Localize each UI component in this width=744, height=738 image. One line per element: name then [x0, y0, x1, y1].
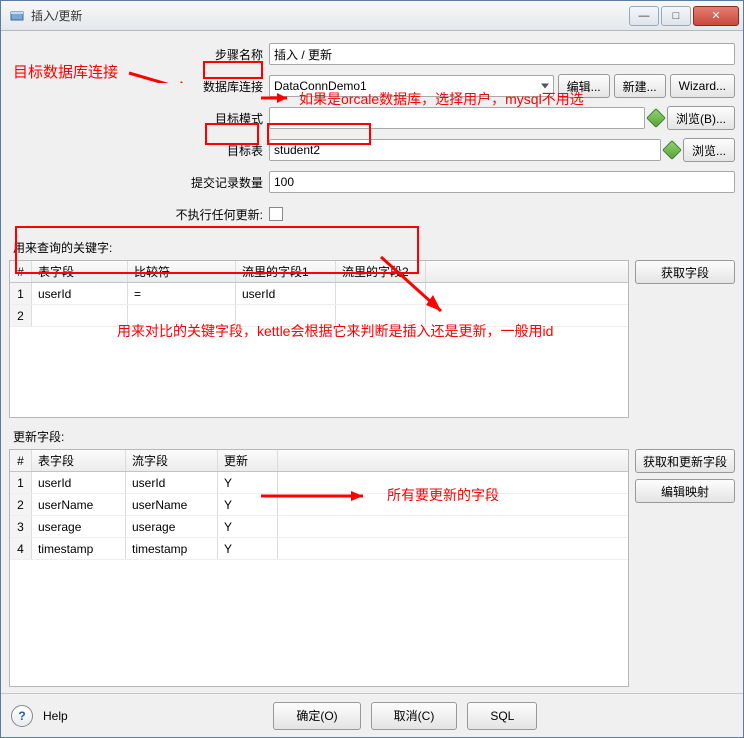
keys-table-area: # 表字段 比较符 流里的字段1 流里的字段2 1userId=userId2 …: [9, 260, 735, 418]
cell-stream-field[interactable]: userId: [126, 472, 218, 493]
edit-button[interactable]: 编辑...: [558, 74, 610, 98]
close-button[interactable]: ✕: [693, 6, 739, 26]
ok-button[interactable]: 确定(O): [273, 702, 360, 730]
label-db-conn: 数据库连接: [9, 78, 269, 95]
table-row[interactable]: 3userageuserageY: [10, 516, 628, 538]
cell-table-field[interactable]: userage: [32, 516, 126, 537]
window-buttons: — □ ✕: [629, 6, 739, 26]
col-num: #: [10, 450, 32, 471]
edit-mapping-button[interactable]: 编辑映射: [635, 479, 735, 503]
label-target-table: 目标表: [9, 142, 269, 159]
keys-side-buttons: 获取字段: [635, 260, 735, 284]
row-target-schema: 目标模式 浏览(B)...: [9, 105, 735, 131]
cell-table-field[interactable]: userId: [32, 472, 126, 493]
update-grid[interactable]: # 表字段 流字段 更新 1userIduserIdY2userNameuser…: [9, 449, 629, 687]
row-number: 1: [10, 472, 32, 493]
row-number: 1: [10, 283, 32, 304]
cell-stream-field[interactable]: timestamp: [126, 538, 218, 559]
db-conn-dropdown[interactable]: DataConnDemo1: [269, 75, 554, 97]
window-title: 插入/更新: [31, 7, 629, 24]
table-row[interactable]: 2: [10, 305, 628, 327]
col-update[interactable]: 更新: [218, 450, 278, 471]
cell-stream1[interactable]: userId: [236, 283, 336, 304]
wizard-button[interactable]: Wizard...: [670, 74, 735, 98]
keys-section-label: 用来查询的关键字:: [13, 239, 735, 256]
table-row[interactable]: 4timestamptimestampY: [10, 538, 628, 560]
db-conn-value: DataConnDemo1: [274, 79, 367, 93]
sql-button[interactable]: SQL: [467, 702, 537, 730]
content-area: 步骤名称 数据库连接 DataConnDemo1 编辑... 新建... Wiz…: [1, 31, 743, 693]
row-number: 4: [10, 538, 32, 559]
cell-stream2[interactable]: [336, 305, 426, 326]
diamond-icon: [662, 140, 682, 160]
commit-size-input[interactable]: [269, 171, 735, 193]
row-commit-size: 提交记录数量: [9, 169, 735, 195]
get-fields-button[interactable]: 获取字段: [635, 260, 735, 284]
browse-button[interactable]: 浏览...: [683, 138, 735, 162]
table-row[interactable]: 1userId=userId: [10, 283, 628, 305]
cell-table-field[interactable]: timestamp: [32, 538, 126, 559]
cancel-button[interactable]: 取消(C): [371, 702, 458, 730]
dialog-window: 插入/更新 — □ ✕ 步骤名称 数据库连接 DataConnDemo1 编辑.…: [0, 0, 744, 738]
browse-b-button[interactable]: 浏览(B)...: [667, 106, 735, 130]
table-row[interactable]: 1userIduserIdY: [10, 472, 628, 494]
col-num: #: [10, 261, 32, 282]
cell-stream-field[interactable]: userage: [126, 516, 218, 537]
cell-comparator[interactable]: =: [128, 283, 236, 304]
row-number: 2: [10, 494, 32, 515]
no-update-checkbox[interactable]: [269, 207, 283, 221]
app-icon: [9, 8, 25, 24]
cell-table-field[interactable]: [32, 305, 128, 326]
cell-update[interactable]: Y: [218, 494, 278, 515]
bottom-bar: ? Help 确定(O) 取消(C) SQL: [1, 693, 743, 737]
target-table-input[interactable]: [269, 139, 661, 161]
col-table-field[interactable]: 表字段: [32, 450, 126, 471]
get-update-fields-button[interactable]: 获取和更新字段: [635, 449, 735, 473]
label-step-name: 步骤名称: [9, 46, 269, 63]
update-table-area: # 表字段 流字段 更新 1userIduserIdY2userNameuser…: [9, 449, 735, 687]
table-row[interactable]: 2userNameuserNameY: [10, 494, 628, 516]
row-no-update: 不执行任何更新:: [9, 201, 735, 227]
col-stream1[interactable]: 流里的字段1: [236, 261, 336, 282]
help-icon[interactable]: ?: [11, 705, 33, 727]
cell-comparator[interactable]: [128, 305, 236, 326]
label-commit-size: 提交记录数量: [9, 174, 269, 191]
cell-stream1[interactable]: [236, 305, 336, 326]
update-grid-header: # 表字段 流字段 更新: [10, 450, 628, 472]
chevron-down-icon: [541, 84, 549, 89]
row-db-conn: 数据库连接 DataConnDemo1 编辑... 新建... Wizard..…: [9, 73, 735, 99]
cell-update[interactable]: Y: [218, 538, 278, 559]
diamond-icon: [646, 108, 666, 128]
label-no-update: 不执行任何更新:: [9, 206, 269, 223]
row-target-table: 目标表 浏览...: [9, 137, 735, 163]
minimize-button[interactable]: —: [629, 6, 659, 26]
titlebar[interactable]: 插入/更新 — □ ✕: [1, 1, 743, 31]
keys-grid-header: # 表字段 比较符 流里的字段1 流里的字段2: [10, 261, 628, 283]
cell-stream2[interactable]: [336, 283, 426, 304]
maximize-button[interactable]: □: [661, 6, 691, 26]
target-schema-input[interactable]: [269, 107, 645, 129]
col-stream2[interactable]: 流里的字段2: [336, 261, 426, 282]
row-step-name: 步骤名称: [9, 41, 735, 67]
cell-table-field[interactable]: userName: [32, 494, 126, 515]
row-number: 3: [10, 516, 32, 537]
cell-stream-field[interactable]: userName: [126, 494, 218, 515]
col-table-field[interactable]: 表字段: [32, 261, 128, 282]
cell-table-field[interactable]: userId: [32, 283, 128, 304]
col-stream-field[interactable]: 流字段: [126, 450, 218, 471]
row-number: 2: [10, 305, 32, 326]
col-comparator[interactable]: 比较符: [128, 261, 236, 282]
new-button[interactable]: 新建...: [614, 74, 666, 98]
cell-update[interactable]: Y: [218, 516, 278, 537]
step-name-input[interactable]: [269, 43, 735, 65]
help-label[interactable]: Help: [43, 709, 68, 723]
update-section-label: 更新字段:: [13, 428, 735, 445]
keys-grid[interactable]: # 表字段 比较符 流里的字段1 流里的字段2 1userId=userId2: [9, 260, 629, 418]
update-side-buttons: 获取和更新字段 编辑映射: [635, 449, 735, 503]
label-target-schema: 目标模式: [9, 110, 269, 127]
cell-update[interactable]: Y: [218, 472, 278, 493]
